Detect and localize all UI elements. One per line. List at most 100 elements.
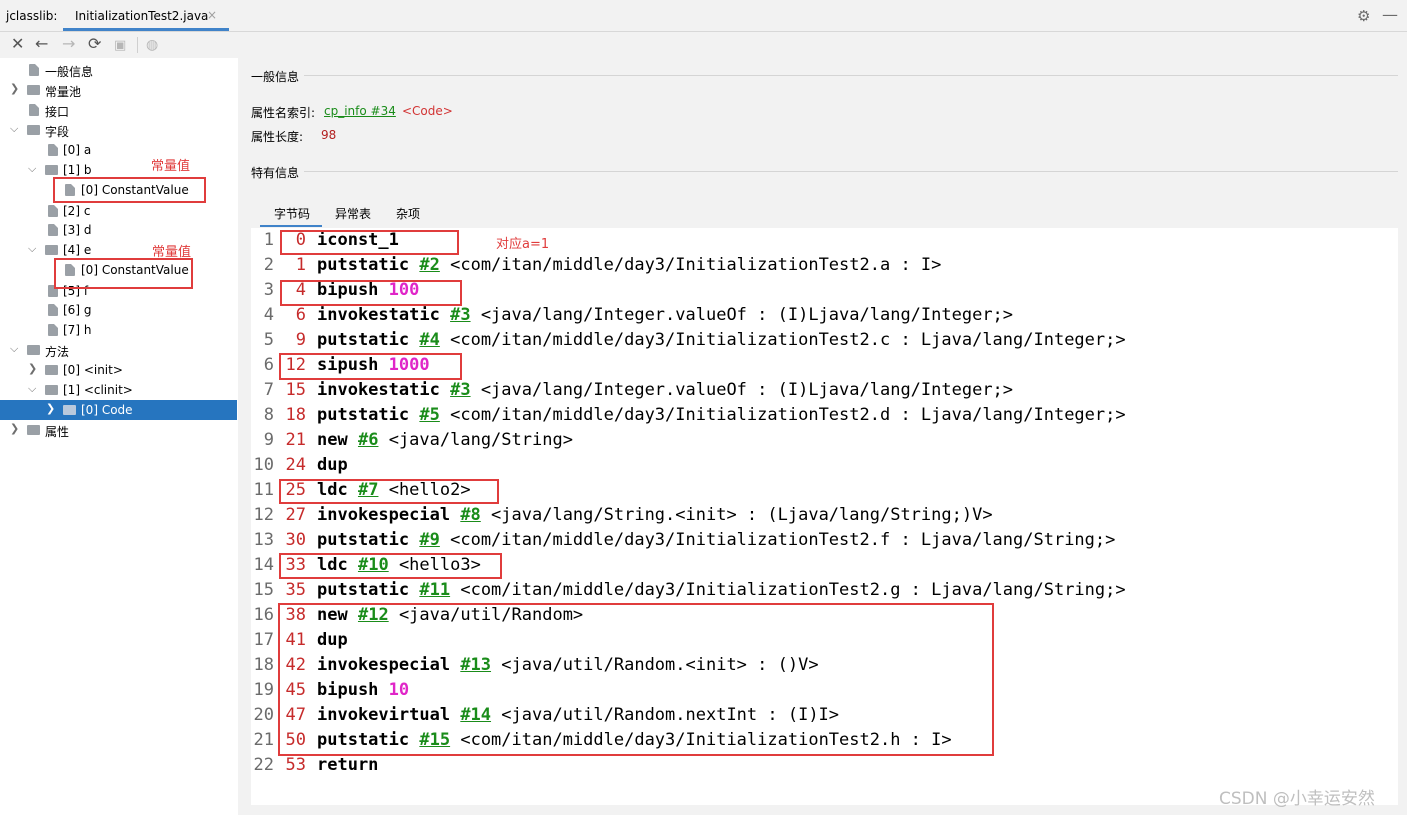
- constant-pool-ref-link[interactable]: #9: [419, 530, 439, 550]
- tree-item-field-d[interactable]: [3] d: [0, 220, 237, 240]
- tab-label: InitializationTest2.java: [75, 9, 209, 23]
- chevron-right-icon[interactable]: ❯: [28, 362, 37, 375]
- annotation-constant-b: 常量值: [151, 159, 191, 174]
- forward-arrow-icon[interactable]: →: [62, 34, 75, 54]
- chevron-down-icon[interactable]: ⌵: [28, 382, 36, 396]
- constant-pool-ref-link[interactable]: #3: [450, 380, 470, 400]
- section-divider: [304, 171, 1398, 172]
- bytecode-offset: 53: [285, 755, 306, 775]
- toolbar-divider: [137, 37, 138, 53]
- highlight-box-iconst: [280, 230, 459, 255]
- tree-item-methods[interactable]: ⌵ 方法: [0, 340, 237, 360]
- highlight-box-constantvalue-e: [54, 258, 193, 289]
- line-number: 17: [253, 630, 274, 650]
- chevron-down-icon[interactable]: ⌵: [10, 342, 18, 356]
- annotation-a-eq-1: 对应a=1: [496, 237, 550, 252]
- tree-item-label: 一般信息: [45, 65, 94, 79]
- tree-item-field-g[interactable]: [6] g: [0, 300, 237, 320]
- instruction: invokestatic #3 <java/lang/Integer.value…: [317, 380, 1013, 400]
- tree-item-fields[interactable]: ⌵ 字段: [0, 120, 237, 140]
- constant-pool-ref-link[interactable]: #3: [450, 305, 470, 325]
- document-icon: [48, 304, 58, 316]
- section-title-specific: 特有信息: [251, 166, 300, 180]
- bytecode-offset: 18: [285, 405, 306, 425]
- tree-item-method-clinit[interactable]: ⌵ [1] <clinit>: [0, 380, 237, 400]
- highlight-box-bipush-100: [280, 280, 462, 306]
- bytecode-offset: 9: [295, 330, 306, 350]
- bytecode-line: 12 27 invokespecial #8 <java/lang/String.<…: [251, 505, 1398, 530]
- chevron-down-icon[interactable]: ⌵: [10, 122, 18, 136]
- tree-item-method-init[interactable]: ❯ [0] <init>: [0, 360, 237, 380]
- line-number: 20: [253, 705, 274, 725]
- line-number: 6: [263, 355, 274, 375]
- tree-item-label: [4] e: [63, 243, 92, 257]
- instruction: return: [317, 755, 378, 775]
- line-number: 15: [253, 580, 274, 600]
- chevron-right-icon[interactable]: ❯: [10, 82, 19, 95]
- cp-info-link[interactable]: cp_info #34: [324, 104, 396, 118]
- folder-icon: [63, 405, 76, 415]
- bytecode-line: 22 53 return: [251, 755, 1398, 780]
- constant-pool-ref-link[interactable]: #8: [460, 505, 480, 525]
- chevron-down-icon[interactable]: ⌵: [28, 162, 36, 176]
- tree-item-interfaces[interactable]: 接口: [0, 100, 237, 120]
- tab-bar: jclasslib: InitializationTest2.java × ⚙ …: [0, 0, 1407, 32]
- bytecode-line: 9 21 new #6 <java/lang/String>: [251, 430, 1398, 455]
- constant-pool-ref-link[interactable]: #2: [419, 255, 439, 275]
- tree-item-field-h[interactable]: [7] h: [0, 320, 237, 340]
- constant-pool-ref-link[interactable]: #4: [419, 330, 439, 350]
- tab-misc[interactable]: 杂项: [396, 205, 420, 222]
- bytecode-offset: 24: [285, 455, 306, 475]
- line-number: 14: [253, 555, 274, 575]
- tree-item-label: 属性: [45, 425, 70, 439]
- document-icon: [48, 205, 58, 217]
- tree-item-attributes[interactable]: ❯ 属性: [0, 420, 237, 440]
- constant-pool-ref-link[interactable]: #11: [419, 580, 450, 600]
- bytecode-view: 22 53 return 21 50 putstatic #15 <com/itan/mi…: [251, 228, 1398, 805]
- web-icon[interactable]: ◍: [146, 35, 158, 55]
- chevron-right-icon[interactable]: ❯: [46, 402, 55, 415]
- tree-item-field-c[interactable]: [2] c: [0, 201, 237, 221]
- bytecode-offset: 35: [285, 580, 306, 600]
- tree-item-field-e[interactable]: ⌵ [4] e: [0, 240, 237, 260]
- highlight-box-random-block: [278, 603, 994, 756]
- section-title-general: 一般信息: [251, 70, 300, 84]
- attr-length-label: 属性长度:: [251, 130, 304, 144]
- opcode: putstatic: [317, 405, 410, 425]
- constant-pool-ref-link[interactable]: #5: [419, 405, 439, 425]
- tab-exception-table[interactable]: 异常表: [335, 205, 371, 222]
- tree-item-label: [7] h: [63, 323, 92, 337]
- bytecode-offset: 27: [285, 505, 306, 525]
- bytecode-offset: 21: [285, 430, 306, 450]
- instruction: dup: [317, 455, 348, 475]
- opcode: invokestatic: [317, 380, 440, 400]
- line-number: 2: [263, 255, 274, 275]
- line-number: 12: [253, 505, 274, 525]
- save-icon[interactable]: ▣: [114, 36, 126, 56]
- close-icon[interactable]: ✕: [11, 34, 24, 54]
- chevron-down-icon[interactable]: ⌵: [28, 242, 36, 256]
- line-number: 1: [263, 230, 274, 250]
- tree-item-label: [6] g: [63, 303, 92, 317]
- tree-item-general-info[interactable]: 一般信息: [0, 60, 237, 80]
- minus-icon[interactable]: —: [1382, 5, 1398, 24]
- constant-pool-ref-link[interactable]: #6: [358, 430, 378, 450]
- tab-bytecode[interactable]: 字节码: [274, 205, 310, 222]
- back-arrow-icon[interactable]: ←: [35, 34, 48, 54]
- document-icon: [48, 224, 58, 236]
- tree-item-constant-pool[interactable]: ❯ 常量池: [0, 80, 237, 100]
- close-tab-icon[interactable]: ×: [207, 8, 217, 22]
- tree-item-code-selected[interactable]: ❯ [0] Code: [0, 400, 237, 420]
- highlight-box-ldc-hello3: [279, 553, 502, 579]
- tab-initializationtest2[interactable]: InitializationTest2.java ×: [63, 0, 229, 31]
- tree-item-label: [1] <clinit>: [63, 383, 133, 397]
- line-number: 5: [263, 330, 274, 350]
- reload-icon[interactable]: ⟳: [88, 34, 101, 54]
- instruction: putstatic #4 <com/itan/middle/day3/Initi…: [317, 330, 1126, 350]
- gear-icon[interactable]: ⚙: [1357, 7, 1370, 25]
- chevron-right-icon[interactable]: ❯: [10, 422, 19, 435]
- folder-icon: [27, 85, 40, 95]
- highlight-box-constantvalue-b: [53, 177, 206, 203]
- operand-comment: <java/lang/Integer.valueOf : (I)Ljava/la…: [480, 305, 1014, 325]
- tree-item-field-a[interactable]: [0] a: [0, 140, 237, 160]
